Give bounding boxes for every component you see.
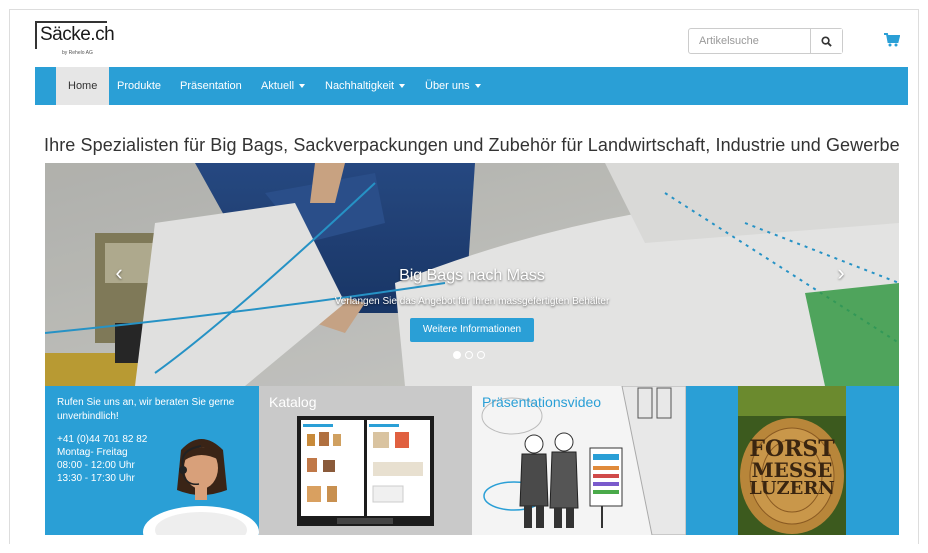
chevron-left-icon: ‹ <box>115 260 123 285</box>
nav-label: Über uns <box>425 80 470 92</box>
contact-intro: Rufen Sie uns an, wir beraten Sie gerne … <box>57 397 235 422</box>
forstmesse-tile[interactable]: FORST MESSE LUZERN <box>686 386 899 535</box>
slider-indicators <box>453 351 485 359</box>
presentation-video-tile[interactable]: Präsentationsvideo <box>472 386 686 535</box>
logo-text: Säcke.ch <box>40 24 115 45</box>
office-hours-afternoon: 13:30 - 17:30 Uhr <box>57 473 135 484</box>
search-box <box>688 28 843 54</box>
search-input[interactable] <box>689 29 813 53</box>
nav-label: Home <box>68 80 98 92</box>
nav-item-home[interactable]: Home <box>56 67 110 105</box>
phone-number: +41 (0)44 701 82 82 <box>57 434 148 445</box>
video-label: Präsentationsvideo <box>482 394 602 410</box>
nav-item-ueber-uns[interactable]: Über uns <box>425 67 481 105</box>
support-agent-image <box>143 439 259 535</box>
messe-word: MESSE <box>751 458 833 482</box>
slide-title: Big Bags nach Mass <box>399 267 545 284</box>
slide-indicator-2[interactable] <box>465 351 473 359</box>
more-info-button[interactable]: Weitere Informationen <box>410 318 534 342</box>
page-headline: Ihre Spezialisten für Big Bags, Sackverp… <box>44 135 900 155</box>
catalog-preview-image <box>297 416 434 526</box>
nav-label: Nachhaltigkeit <box>325 80 395 92</box>
slide-text: Verlangen Sie das Angebot für Ihren mass… <box>334 296 610 307</box>
contact-tile[interactable]: Rufen Sie uns an, wir beraten Sie gerne … <box>45 386 259 535</box>
slider-prev-button[interactable]: ‹ <box>109 261 129 285</box>
slider-next-button[interactable]: › <box>831 261 851 285</box>
caret-down-icon <box>474 84 481 89</box>
caret-down-icon <box>299 84 306 89</box>
chevron-right-icon: › <box>837 260 845 285</box>
catalog-label: Katalog <box>269 394 317 410</box>
nav-item-aktuell[interactable]: Aktuell <box>261 67 306 105</box>
forstmesse-logo-text: FORST MESSE LUZERN <box>748 438 836 498</box>
search-button[interactable] <box>810 29 842 53</box>
office-days: Montag- Freitag <box>57 447 128 458</box>
site-logo[interactable]: Säcke.ch by Rehelo AG <box>35 21 115 59</box>
catalog-tile[interactable]: Katalog <box>259 386 472 535</box>
slide-indicator-1[interactable] <box>453 351 461 359</box>
nav-label: Aktuell <box>261 80 295 92</box>
nav-item-produkte[interactable]: Produkte <box>117 67 161 105</box>
office-hours-morning: 08:00 - 12:00 Uhr <box>57 460 135 471</box>
hero-slider: Big Bags nach Mass Verlangen Sie das Ang… <box>45 163 899 386</box>
contact-details: +41 (0)44 701 82 82 Montag- Freitag 08:0… <box>57 433 147 485</box>
search-icon <box>821 35 832 47</box>
cart-icon[interactable] <box>884 33 900 47</box>
nav-label: Präsentation <box>180 80 242 92</box>
luzern-word: LUZERN <box>749 478 835 499</box>
nav-item-praesentation[interactable]: Präsentation <box>180 67 242 105</box>
nav-item-nachhaltigkeit[interactable]: Nachhaltigkeit <box>325 67 406 105</box>
slide-indicator-3[interactable] <box>477 351 485 359</box>
nav-label: Produkte <box>117 80 162 92</box>
forst-word: FORST <box>749 436 835 462</box>
main-nav: Home Produkte Präsentation Aktuell Nachh… <box>35 67 908 105</box>
logo-subtitle: by Rehelo AG <box>62 50 93 56</box>
caret-down-icon <box>399 84 406 89</box>
